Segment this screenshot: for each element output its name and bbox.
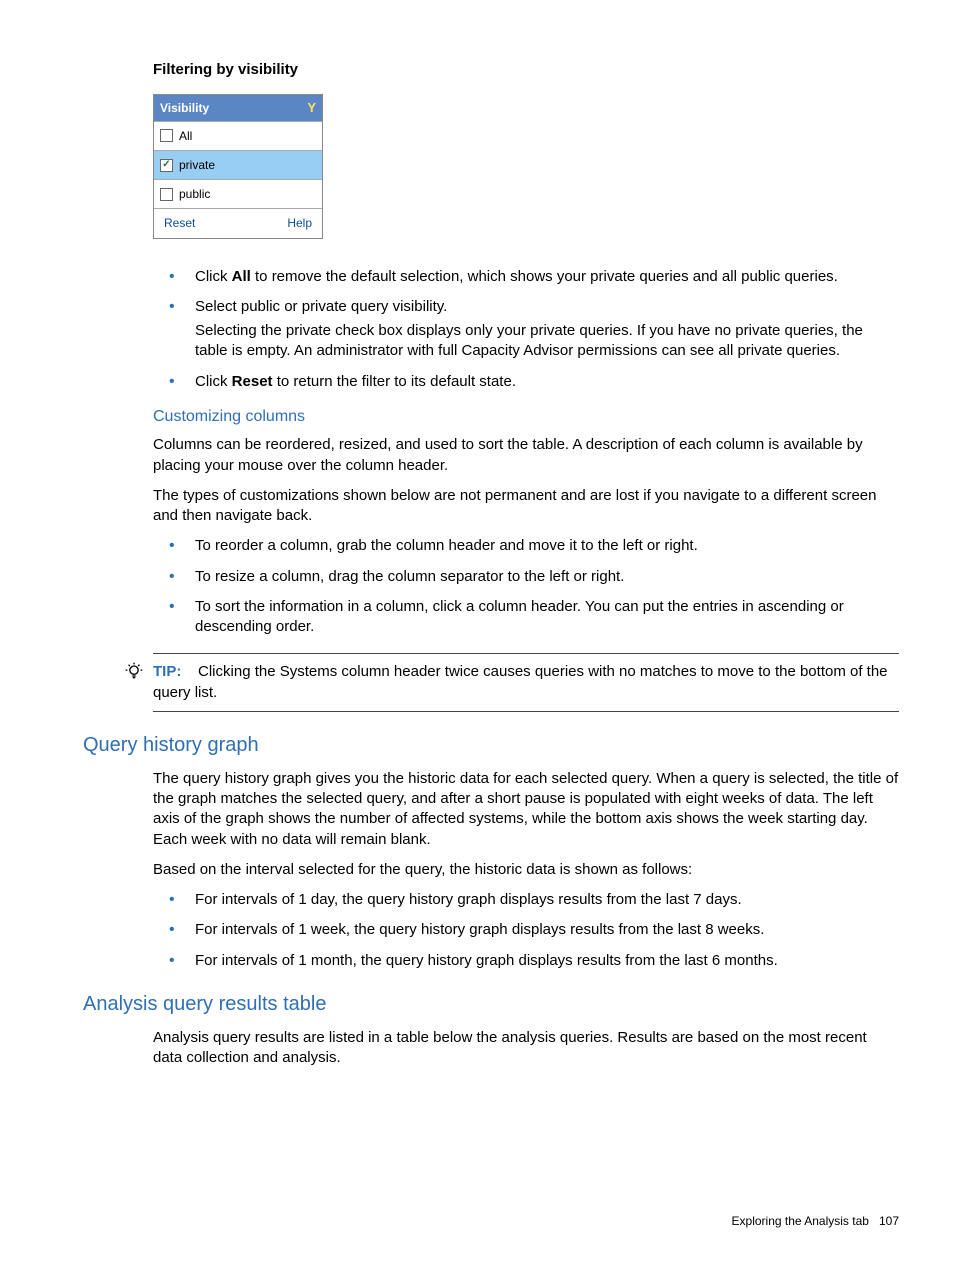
page-footer: Exploring the Analysis tab 107 [732, 1213, 899, 1229]
tip-label: TIP: [153, 663, 181, 680]
list-item: For intervals of 1 day, the query histor… [153, 890, 899, 910]
filter-option-private[interactable]: ✓ private [154, 150, 322, 179]
reset-link[interactable]: Reset [164, 215, 195, 231]
text: Select public or private query visibilit… [195, 298, 447, 315]
tip-text: TIP: Clicking the Systems column header … [153, 653, 899, 712]
filter-option-private-label: private [179, 157, 215, 173]
bold-text: Reset [232, 373, 273, 390]
list-item: Select public or private query visibilit… [153, 297, 899, 362]
checkbox-public[interactable] [160, 188, 173, 201]
list-item: To reorder a column, grab the column hea… [153, 536, 899, 556]
checkbox-all[interactable] [160, 129, 173, 142]
text: Click [195, 373, 232, 390]
customizing-columns-heading: Customizing columns [153, 406, 899, 428]
bold-text: All [232, 268, 251, 285]
filtering-title: Filtering by visibility [153, 60, 899, 80]
paragraph: The query history graph gives you the hi… [153, 769, 899, 850]
checkbox-private[interactable]: ✓ [160, 159, 173, 172]
filter-footer: Reset Help [154, 208, 322, 237]
paragraph: Columns can be reordered, resized, and u… [153, 435, 899, 476]
sub-paragraph: Selecting the private check box displays… [195, 321, 899, 362]
list-item: To resize a column, drag the column sepa… [153, 567, 899, 587]
filter-option-public-label: public [179, 186, 210, 202]
filter-header-label: Visibility [160, 100, 209, 116]
filter-header: Visibility Y [154, 95, 322, 121]
query-history-heading: Query history graph [83, 732, 899, 759]
visibility-filter-panel: Visibility Y All ✓ private public Reset … [153, 94, 323, 238]
list-item: Click Reset to return the filter to its … [153, 372, 899, 392]
lightbulb-icon [123, 653, 145, 685]
filter-option-public[interactable]: public [154, 179, 322, 208]
list-item: For intervals of 1 week, the query histo… [153, 920, 899, 940]
help-link[interactable]: Help [287, 215, 312, 231]
tip-block: TIP: Clicking the Systems column header … [123, 653, 899, 712]
filter-option-all-label: All [179, 128, 192, 144]
intervals-list: For intervals of 1 day, the query histor… [153, 890, 899, 971]
funnel-icon[interactable]: Y [307, 99, 316, 117]
paragraph: Based on the interval selected for the q… [153, 860, 899, 880]
list-item: Click All to remove the default selectio… [153, 267, 899, 287]
filter-option-all[interactable]: All [154, 121, 322, 150]
text: Click [195, 268, 232, 285]
footer-section: Exploring the Analysis tab [732, 1214, 869, 1228]
text: to return the filter to its default stat… [273, 373, 516, 390]
customizing-list: To reorder a column, grab the column hea… [153, 536, 899, 637]
list-item: For intervals of 1 month, the query hist… [153, 951, 899, 971]
text: to remove the default selection, which s… [251, 268, 838, 285]
filter-instructions-list: Click All to remove the default selectio… [153, 267, 899, 392]
paragraph: The types of customizations shown below … [153, 486, 899, 527]
list-item: To sort the information in a column, cli… [153, 597, 899, 638]
analysis-query-results-heading: Analysis query results table [83, 991, 899, 1018]
paragraph: Analysis query results are listed in a t… [153, 1028, 899, 1069]
tip-body: Clicking the Systems column header twice… [153, 663, 888, 700]
page-number: 107 [879, 1214, 899, 1228]
